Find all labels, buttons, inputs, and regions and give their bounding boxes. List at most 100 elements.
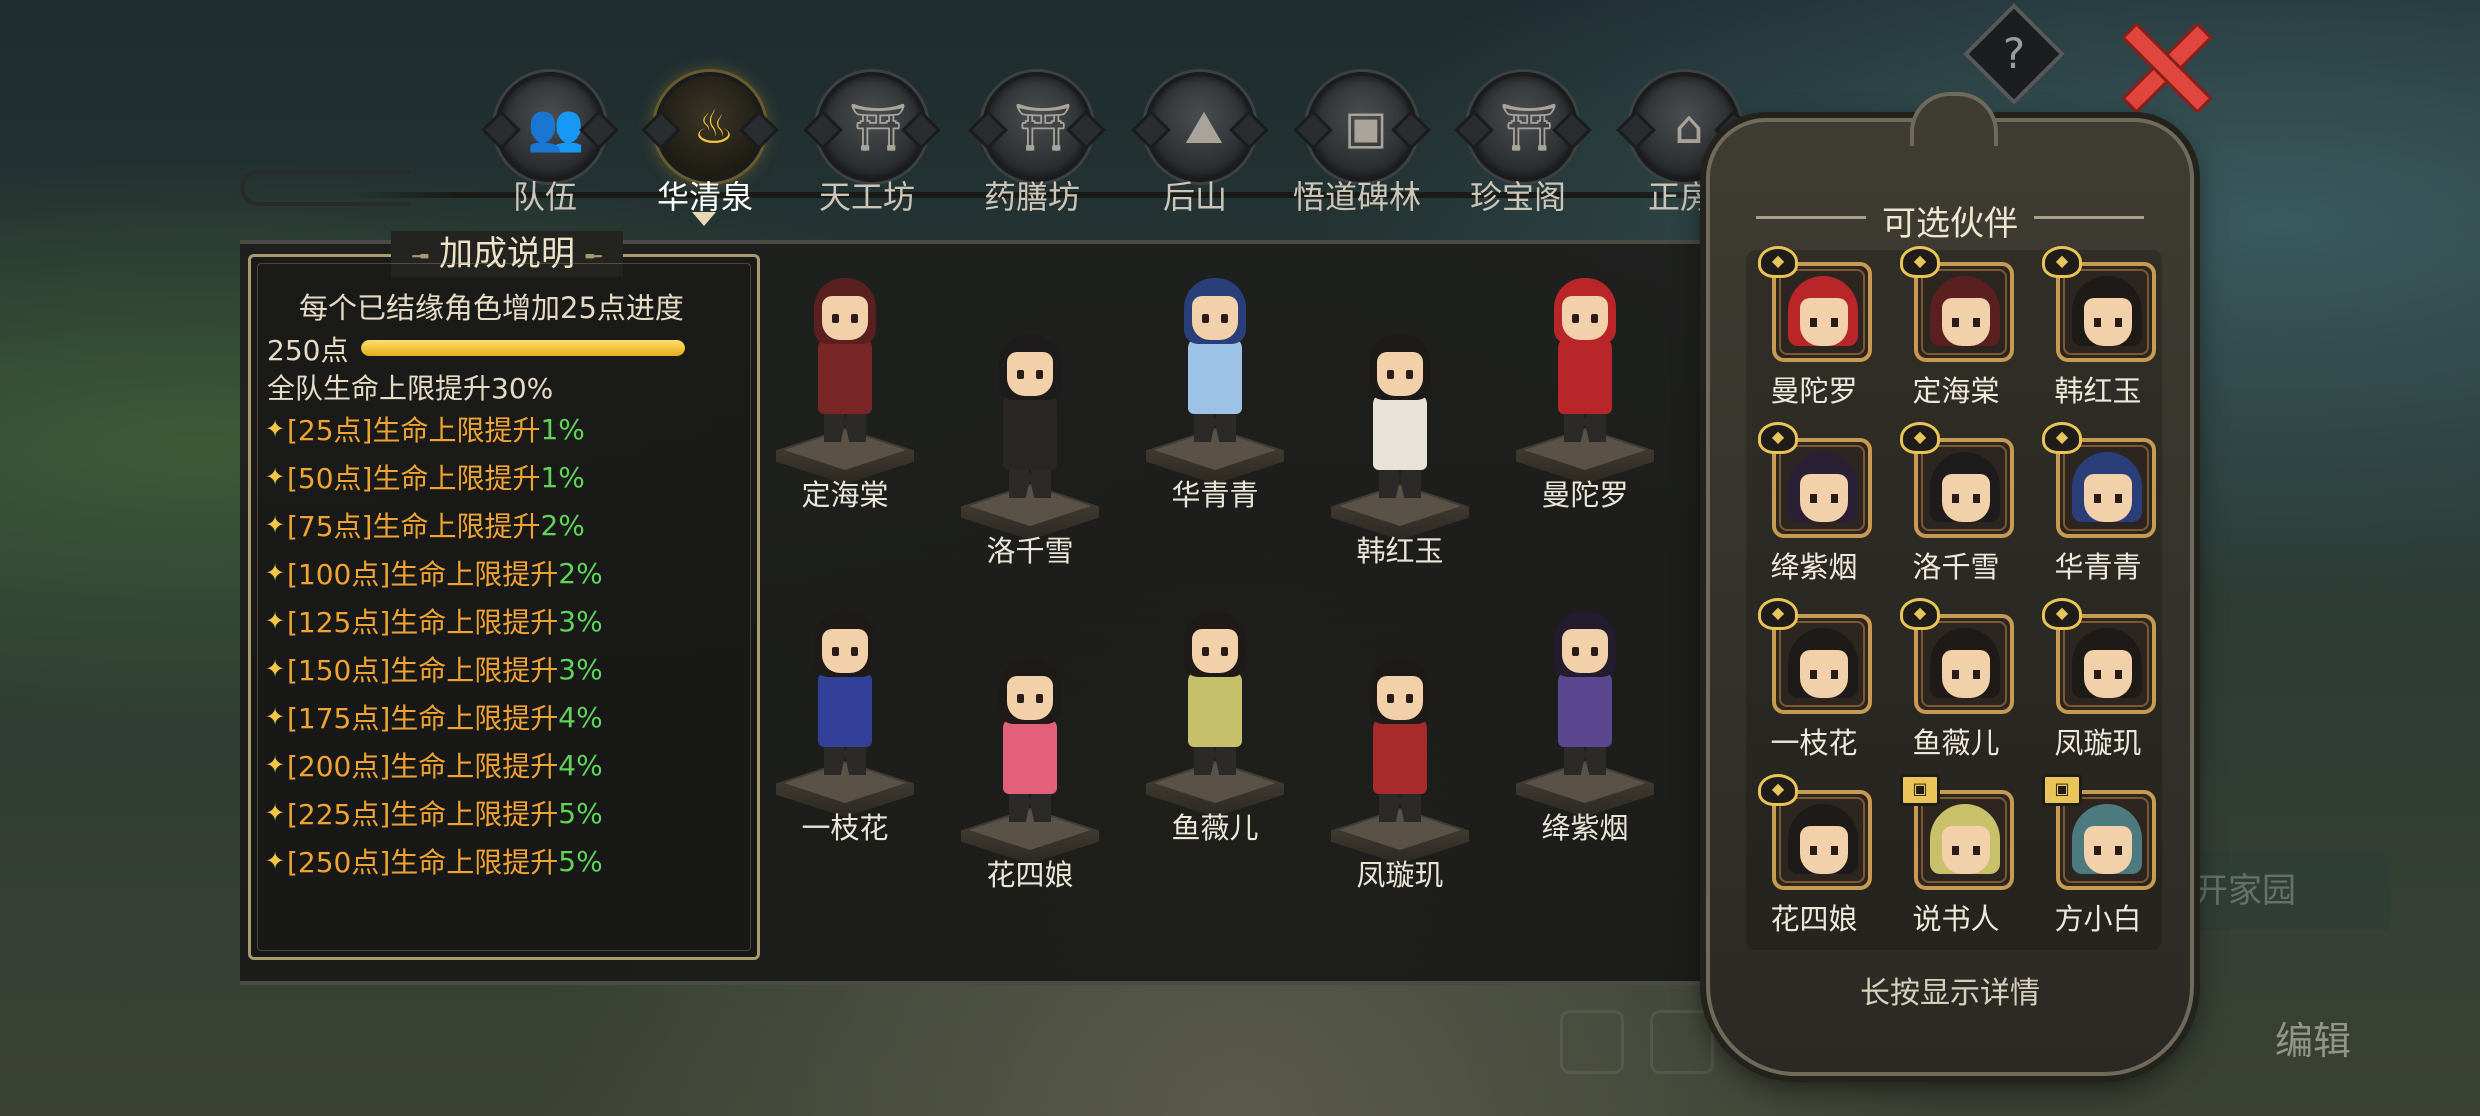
bonus-progress: 250点 (267, 327, 747, 367)
crown-icon: ◆ (1900, 598, 1940, 630)
tab-7[interactable]: ⛩ 珍宝阁 (1443, 72, 1593, 227)
roster-hero[interactable]: 定海棠 (770, 260, 920, 512)
tab-medallion: ⛩ (817, 72, 927, 182)
portrait-face (1800, 298, 1848, 346)
sparkle-icon: ✦ (265, 703, 286, 731)
partner-card[interactable]: ◆ 华青青 (2036, 416, 2160, 586)
sprite-legs (1564, 743, 1606, 775)
tab-4[interactable]: ⛩ 药膳坊 (957, 72, 1107, 227)
sprite-body (1558, 671, 1612, 747)
sprite-legs (1009, 466, 1051, 498)
portrait-face (2084, 298, 2132, 346)
tier-value: 2% (558, 556, 603, 590)
hero-sprite (800, 611, 890, 781)
bonus-panel: ╼ 加成说明 ╾ 每个已结缘角色增加25点进度 250点 全队生命上限提升30%… (248, 231, 760, 960)
roster-hero[interactable]: 鱼薇儿 (1140, 593, 1290, 845)
hero-name: 洛千雪 (986, 534, 1074, 568)
partner-card[interactable]: ◆ 定海棠 (1894, 240, 2018, 410)
tab-label: 珍宝阁 (1469, 178, 1566, 216)
tab-2[interactable]: ♨ 华清泉 (630, 72, 780, 227)
roster-hero[interactable]: 韩红玉 (1325, 316, 1475, 568)
hero-sprite (985, 658, 1075, 828)
partner-card[interactable]: ◆ 花四娘 (1752, 768, 1876, 938)
hero-sprite (1170, 278, 1260, 448)
tier-value: 1% (540, 412, 585, 446)
sparkle-icon: ✦ (265, 751, 286, 779)
tab-medallion: ▣ (1307, 72, 1417, 182)
sprite-face (822, 629, 868, 673)
edit-button[interactable]: 编辑 (2275, 1010, 2351, 1065)
roster-hero[interactable]: 花四娘 (955, 640, 1105, 892)
sparkle-icon: ✦ (265, 799, 286, 827)
tier-value: 3% (558, 652, 603, 686)
tier-value: 4% (558, 748, 603, 782)
help-button[interactable]: ? (1963, 3, 2065, 105)
bonus-tier: ✦ [200点]生命上限提升 4% (265, 741, 603, 789)
tier-text: [200点]生命上限提升 (287, 750, 559, 783)
partner-name: 方小白 (2054, 902, 2142, 936)
top-nav: 👥 队伍 ♨ 华清泉 ⛩ 天工坊 ⛩ 药膳坊 ⛰ 后山 ▣ 悟道碑林 ⛩ 珍宝阁 ⌂ 正房 (470, 72, 1740, 232)
tab-label: 天工坊 (818, 178, 915, 216)
active-tab-indicator (692, 212, 716, 226)
tab-3[interactable]: ⛩ 天工坊 (792, 72, 942, 227)
tab-5[interactable]: ⛰ 后山 (1120, 72, 1270, 227)
bonus-title: ╼ 加成说明 ╾ (391, 231, 623, 277)
tab-medallion: ♨ (655, 72, 765, 182)
crown-icon: ◆ (1900, 422, 1940, 454)
hero-name: 鱼薇儿 (1171, 811, 1259, 845)
tab-6[interactable]: ▣ 悟道碑林 (1282, 72, 1432, 227)
hero-sprite (800, 278, 890, 448)
background-slot (1650, 1010, 1714, 1074)
partner-name: 凤璇玑 (2054, 726, 2142, 760)
sprite-legs (1009, 790, 1051, 822)
partner-name: 花四娘 (1770, 902, 1858, 936)
partner-card[interactable]: ▣ 方小白 (2036, 768, 2160, 938)
close-button[interactable] (2118, 20, 2208, 110)
sparkle-icon: ✦ (265, 415, 286, 443)
roster-hero[interactable]: 华青青 (1140, 260, 1290, 512)
roster-hero[interactable]: 凤璇玑 (1325, 640, 1475, 892)
hot-spring-icon: ♨ (693, 100, 735, 154)
sprite-body (818, 338, 872, 414)
tab-label: 悟道碑林 (1292, 178, 1421, 216)
nav-left-ornament (240, 170, 410, 206)
team-icon: 👥 (527, 100, 585, 154)
crown-icon: ◆ (2042, 598, 2082, 630)
partner-panel: 可选伙伴 ◆ 曼陀罗 ◆ 定海棠 ◆ 韩红玉 ◆ 绛紫烟 ◆ 洛千雪 ◆ 华青青 ◆ 一枝花 ◆ 鱼薇儿 ◆ 凤璇… (1706, 92, 2194, 1076)
partner-card[interactable]: ◆ 洛千雪 (1894, 416, 2018, 586)
partner-card[interactable]: ▣ 说书人 (1894, 768, 2018, 938)
title-ornament-left: ╼ (412, 242, 429, 272)
partner-card[interactable]: ◆ 凤璇玑 (2036, 592, 2160, 762)
partner-card[interactable]: ◆ 绛紫烟 (1752, 416, 1876, 586)
roster-hero[interactable]: 一枝花 (770, 593, 920, 845)
partner-card[interactable]: ◆ 曼陀罗 (1752, 240, 1876, 410)
sprite-face (1007, 352, 1053, 396)
crown-icon: ◆ (1758, 246, 1798, 278)
portrait-face (1800, 826, 1848, 874)
crown-icon: ◆ (2042, 422, 2082, 454)
crown-icon: ◆ (1758, 598, 1798, 630)
background-slot (1560, 1010, 1624, 1074)
roster-hero[interactable]: 洛千雪 (955, 316, 1105, 568)
tier-text: [125点]生命上限提升 (287, 606, 559, 639)
partner-card[interactable]: ◆ 鱼薇儿 (1894, 592, 2018, 762)
tab-label: 华清泉 (656, 178, 753, 216)
portrait-face (1942, 826, 1990, 874)
roster-hero[interactable]: 绛紫烟 (1510, 593, 1660, 845)
sprite-legs (1194, 410, 1236, 442)
sparkle-icon: ✦ (265, 559, 286, 587)
partner-card[interactable]: ◆ 韩红玉 (2036, 240, 2160, 410)
sprite-body (1373, 718, 1427, 794)
portrait-face (1942, 474, 1990, 522)
sparkle-icon: ✦ (265, 463, 286, 491)
partner-name: 洛千雪 (1912, 550, 2000, 584)
partner-card[interactable]: ◆ 一枝花 (1752, 592, 1876, 762)
sprite-body (1003, 394, 1057, 470)
tab-1[interactable]: 👥 队伍 (470, 72, 620, 227)
partner-title: 可选伙伴 (1882, 204, 2018, 244)
title-line-right (2034, 216, 2144, 219)
stele-icon: ▣ (1344, 100, 1388, 154)
hot-spring-roster: 定海棠洛千雪 华青青 韩红玉 曼陀罗一枝花 花四娘 鱼薇儿 凤璇玑 绛紫烟 (770, 260, 1710, 960)
roster-hero[interactable]: 曼陀罗 (1510, 260, 1660, 512)
sprite-body (1003, 718, 1057, 794)
